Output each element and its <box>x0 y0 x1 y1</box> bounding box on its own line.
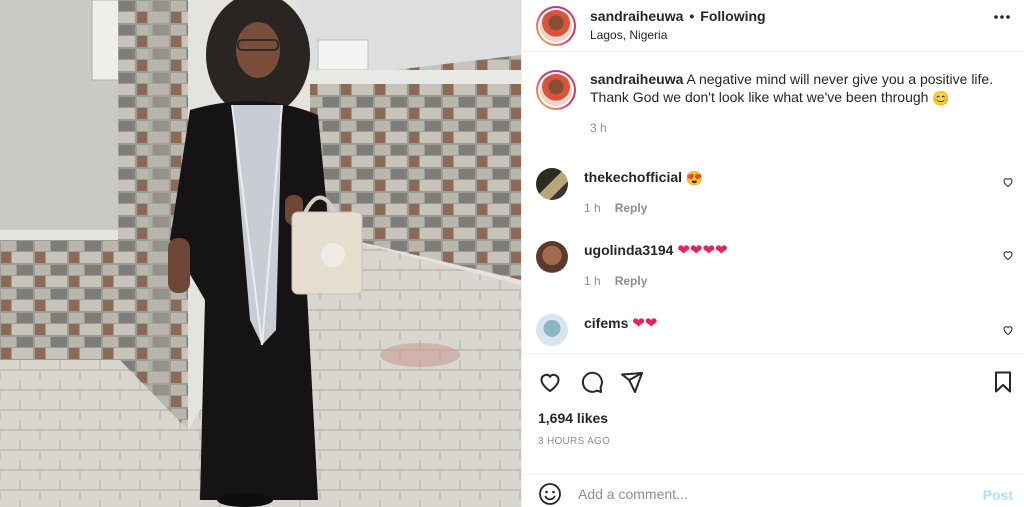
comment-item: ugolinda3194 ❤❤❤❤ 1 h Reply <box>536 241 1014 290</box>
like-comment-heart-icon[interactable] <box>1002 324 1014 336</box>
like-heart-icon[interactable] <box>538 370 562 394</box>
caption-username[interactable]: sandraiheuwa <box>590 71 683 87</box>
comment-username[interactable]: thekechofficial <box>584 169 682 185</box>
commenter-avatar[interactable] <box>536 168 568 200</box>
post-comment-button[interactable]: Post <box>983 487 1013 503</box>
caption-avatar-ring[interactable] <box>536 70 576 110</box>
reply-button[interactable]: Reply <box>615 272 648 290</box>
post-caption: sandraiheuwa A negative mind will never … <box>536 70 1014 137</box>
commenter-avatar[interactable] <box>536 241 568 273</box>
like-comment-heart-icon[interactable] <box>1002 176 1014 188</box>
reply-button[interactable]: Reply <box>615 199 648 217</box>
comment-time: 1 h <box>584 201 601 215</box>
author-username[interactable]: sandraiheuwa <box>590 7 683 25</box>
caption-emoji: 😊 <box>932 90 950 106</box>
header-separator: • <box>689 8 695 24</box>
emoji-smile-icon[interactable] <box>538 482 562 506</box>
comment-item: thekechofficial 😍 1 h Reply <box>536 168 1014 217</box>
comment-item: cifems ❤❤ <box>536 314 1014 346</box>
post-detail-panel: sandraiheuwa • Following Lagos, Nigeria … <box>521 0 1024 507</box>
comment-composer: Post <box>522 474 1024 507</box>
post-timestamp[interactable]: 3 HOURS AGO <box>538 436 610 447</box>
commenter-avatar[interactable] <box>536 314 568 346</box>
comment-emoji: 😍 <box>685 170 704 186</box>
more-options-icon[interactable] <box>993 8 1011 31</box>
comment-emoji: ❤❤ <box>632 315 658 332</box>
comment-time: 1 h <box>584 274 601 288</box>
post-photo[interactable] <box>0 0 521 507</box>
post-actions-bar <box>522 353 1024 409</box>
caption-avatar[interactable] <box>540 74 572 106</box>
caption-time: 3 h <box>590 121 607 135</box>
share-send-icon[interactable] <box>620 370 644 394</box>
comment-emoji: ❤❤❤❤ <box>677 242 728 259</box>
likes-count[interactable]: 1,694 likes <box>538 410 608 426</box>
author-avatar-ring[interactable] <box>536 5 576 46</box>
like-comment-heart-icon[interactable] <box>1002 249 1014 261</box>
comment-bubble-icon[interactable] <box>580 370 604 394</box>
following-button[interactable]: Following <box>700 7 765 25</box>
comment-input[interactable] <box>578 483 958 505</box>
post-location[interactable]: Lagos, Nigeria <box>590 26 766 44</box>
author-avatar[interactable] <box>540 9 572 42</box>
comment-username[interactable]: ugolinda3194 <box>584 242 673 258</box>
photo-illustration <box>0 0 521 507</box>
post-header: sandraiheuwa • Following Lagos, Nigeria <box>522 0 1024 52</box>
comment-username[interactable]: cifems <box>584 315 628 331</box>
save-bookmark-icon[interactable] <box>991 370 1015 394</box>
